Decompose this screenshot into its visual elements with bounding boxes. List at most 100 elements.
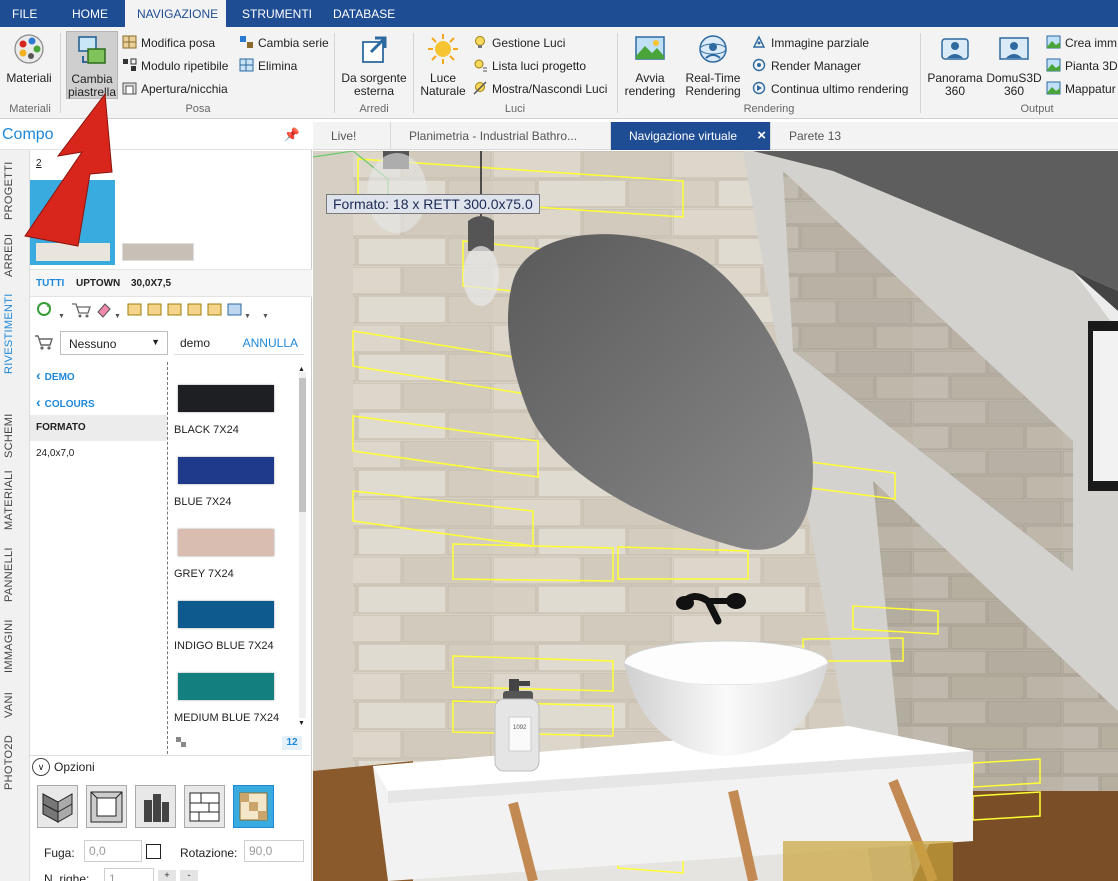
fuga-input[interactable]: 0,0 [84, 840, 142, 862]
filter-tutti[interactable]: TUTTI [36, 278, 64, 289]
tab-navigazione-virtuale[interactable]: Navigazione virtuale × [611, 122, 771, 150]
layout-room-button[interactable] [86, 785, 127, 828]
tab-planimetria[interactable]: Planimetria - Industrial Bathro... [391, 122, 611, 150]
divider [30, 755, 312, 756]
vtab-materiali[interactable]: MATERIALI [3, 470, 27, 530]
scroll-down-icon[interactable]: ▼ [298, 720, 305, 727]
group-label-luci: Luci [504, 103, 526, 115]
mostra-nascondi-luci-button[interactable]: Mostra/Nascondi Luci [473, 80, 607, 98]
immagine-parziale-button[interactable]: Immagine parziale [752, 34, 869, 52]
righe-input[interactable]: 1 [104, 868, 154, 881]
righe-increment-button[interactable]: + [158, 870, 176, 881]
elimina-button[interactable]: Elimina [239, 57, 297, 75]
real-time-rendering-label: Real-Time Rendering [685, 71, 741, 98]
domus3d-360-button[interactable]: DomuS3D 360 [986, 32, 1042, 98]
menu-tab-strumenti[interactable]: STRUMENTI [230, 0, 316, 27]
realtime-globe-icon [696, 32, 730, 66]
3d-viewport[interactable]: 1092 [313, 151, 1118, 881]
filter-uptown[interactable]: UPTOWN [76, 278, 120, 289]
menu-tab-navigazione[interactable]: NAVIGAZIONE [125, 0, 226, 27]
cambia-serie-label: Cambia serie [258, 36, 329, 50]
nav-colours-label: COLOURS [44, 399, 95, 410]
crea-immagine-label: Crea imm [1065, 36, 1118, 50]
luce-naturale-button[interactable]: Luce Naturale [417, 32, 469, 98]
cambia-serie-button[interactable]: Cambia serie [239, 34, 329, 52]
cart-select[interactable]: Nessuno ▼ [60, 331, 168, 355]
tab-live[interactable]: Live! [313, 122, 391, 150]
panorama-360-button[interactable]: Panorama 360 [924, 32, 986, 98]
pin-icon[interactable]: 📌 [284, 127, 300, 143]
fuga-color-checkbox[interactable] [146, 844, 161, 859]
close-tab-icon[interactable]: × [757, 122, 766, 150]
vtab-schemi[interactable]: SCHEMI [3, 413, 27, 459]
apertura-nicchia-label: Apertura/nicchia [141, 82, 228, 96]
layout-pattern-button[interactable] [233, 785, 274, 828]
menu-tab-database[interactable]: DATABASE [321, 0, 401, 27]
scrollbar-thumb[interactable] [299, 378, 306, 512]
palette-icon [12, 32, 46, 66]
lista-luci-button[interactable]: Lista luci progetto [473, 57, 586, 75]
crea-immagine-button[interactable]: Crea imm [1046, 34, 1117, 52]
vtab-pannelli[interactable]: PANNELLI [3, 547, 27, 602]
vtab-immagini[interactable]: IMMAGINI [3, 616, 27, 676]
swatch-scrollbar[interactable] [299, 372, 306, 718]
menu-bar: FILE HOME NAVIGAZIONE STRUMENTI DATABASE [0, 0, 1118, 27]
gestione-luci-label: Gestione Luci [492, 36, 566, 50]
swatch-black [178, 385, 274, 412]
cart-icon[interactable] [34, 332, 54, 352]
pianta-3d-button[interactable]: Pianta 3D [1046, 57, 1118, 75]
modulo-ripetibile-button[interactable]: Modulo ripetibile [122, 57, 228, 75]
gestione-luci-button[interactable]: Gestione Luci [473, 34, 565, 52]
group-label-arredi: Arredi [359, 103, 389, 115]
vtab-rivestimenti[interactable]: RIVESTIMENTI [3, 292, 27, 376]
mostra-nascondi-luci-label: Mostra/Nascondi Luci [492, 82, 608, 96]
panorama-360-label: Panorama 360 [927, 71, 983, 98]
avvia-rendering-button[interactable]: Avvia rendering [621, 32, 679, 98]
series-icon [239, 35, 254, 49]
nav-demo[interactable]: ‹ DEMO [30, 362, 167, 388]
swatch-card[interactable]: GREY 7X24 [172, 529, 297, 580]
layout-brick-button[interactable] [184, 785, 225, 828]
scroll-up-icon[interactable]: ▲ [298, 366, 305, 373]
annulla-button[interactable]: ANNULLA [243, 336, 298, 350]
mappatura-button[interactable]: Mappatur [1046, 80, 1116, 98]
tab-navigazione-virtuale-label: Navigazione virtuale [629, 129, 738, 143]
fuga-label: Fuga: [44, 846, 75, 860]
partial-render-icon [752, 35, 767, 49]
image-create-icon [1046, 35, 1061, 49]
collapse-chevron-icon[interactable]: ∨ [32, 758, 50, 776]
formato-value[interactable]: 24,0x7,0 [30, 441, 167, 467]
search-input-value: demo [180, 336, 211, 350]
menu-tab-file[interactable]: FILE [0, 0, 48, 27]
chevron-left-icon: ‹ [36, 367, 41, 383]
swatch-card[interactable]: MEDIUM BLUE 7X24 [172, 673, 297, 724]
modifica-posa-button[interactable]: Modifica posa [122, 34, 215, 52]
search-input[interactable]: demo ANNULLA [174, 331, 304, 355]
vtab-vani[interactable]: VANI [3, 690, 27, 720]
continua-rendering-label: Continua ultimo rendering [771, 82, 909, 96]
swatch-indigo-blue [178, 601, 274, 628]
menu-tab-home[interactable]: HOME [60, 0, 125, 27]
grid-edit-icon [122, 35, 137, 49]
render-manager-button[interactable]: Render Manager [752, 57, 861, 75]
sorgente-esterna-button[interactable]: Da sorgente esterna [338, 32, 410, 98]
tab-parete-13[interactable]: Parete 13 [771, 122, 891, 150]
svg-text:▼: ▼ [244, 313, 251, 320]
righe-decrement-button[interactable]: - [180, 870, 198, 881]
filter-size[interactable]: 30,0X7,5 [131, 278, 171, 289]
layout-stack-button[interactable] [135, 785, 176, 828]
real-time-rendering-button[interactable]: Real-Time Rendering [682, 32, 744, 98]
swatch-card[interactable]: BLUE 7X24 [172, 457, 297, 508]
result-count-badge: 12 [282, 736, 302, 750]
swatch-card[interactable]: BLACK 7X24 [172, 385, 297, 436]
rotazione-input[interactable]: 90,0 [244, 840, 304, 862]
swatch-card[interactable]: INDIGO BLUE 7X24 [172, 601, 297, 652]
layout-grid-3d-button[interactable] [37, 785, 78, 828]
luce-naturale-label: Luce Naturale [420, 71, 466, 98]
nav-colours[interactable]: ‹ COLOURS [30, 389, 167, 415]
swatch-blue [178, 457, 274, 484]
tile-format-tooltip: Formato: 18 x RETT 300.0x75.0 [326, 194, 540, 214]
vtab-photo2d[interactable]: PHOTO2D [3, 734, 27, 790]
continua-rendering-button[interactable]: Continua ultimo rendering [752, 80, 908, 98]
materiali-button[interactable]: Materiali [4, 32, 54, 85]
